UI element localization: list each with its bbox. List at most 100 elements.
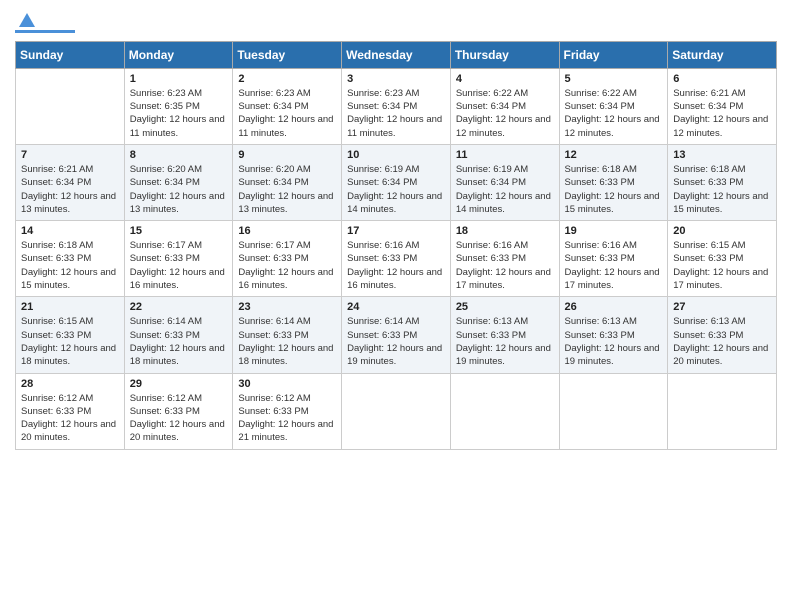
day-number: 23 bbox=[238, 301, 336, 313]
day-info: Sunrise: 6:12 AMSunset: 6:33 PMDaylight:… bbox=[238, 392, 336, 445]
header bbox=[15, 10, 777, 33]
calendar-cell: 22Sunrise: 6:14 AMSunset: 6:33 PMDayligh… bbox=[124, 297, 233, 373]
day-info: Sunrise: 6:18 AMSunset: 6:33 PMDaylight:… bbox=[673, 163, 771, 216]
day-info: Sunrise: 6:13 AMSunset: 6:33 PMDaylight:… bbox=[673, 315, 771, 368]
calendar-cell: 28 Sunrise: 6:12 AMSunset: 6:33 PMDayligh… bbox=[16, 373, 125, 449]
day-number: 2 bbox=[238, 73, 336, 85]
day-number: 26 bbox=[565, 301, 663, 313]
logo-icon bbox=[17, 13, 35, 27]
day-info: Sunrise: 6:13 AMSunset: 6:33 PMDaylight:… bbox=[565, 315, 663, 368]
calendar-cell: 2 Sunrise: 6:23 AMSunset: 6:34 PMDaylight… bbox=[233, 68, 342, 144]
calendar-week-2: 7Sunrise: 6:21 AMSunset: 6:34 PMDaylight… bbox=[16, 144, 777, 220]
calendar-cell: 25 Sunrise: 6:13 AMSunset: 6:33 PMDayligh… bbox=[450, 297, 559, 373]
day-info: Sunrise: 6:19 AMSunset: 6:34 PMDaylight:… bbox=[347, 163, 445, 216]
day-number: 19 bbox=[565, 225, 663, 237]
day-number: 5 bbox=[565, 73, 663, 85]
calendar-cell: 27 Sunrise: 6:13 AMSunset: 6:33 PMDayligh… bbox=[668, 297, 777, 373]
calendar-cell: 3 Sunrise: 6:23 AMSunset: 6:34 PMDaylight… bbox=[342, 68, 451, 144]
day-info: Sunrise: 6:19 AMSunset: 6:34 PMDaylight:… bbox=[456, 163, 554, 216]
calendar-cell: 8Sunrise: 6:20 AMSunset: 6:34 PMDaylight… bbox=[124, 144, 233, 220]
weekday-header-saturday: Saturday bbox=[668, 41, 777, 68]
day-number: 11 bbox=[456, 149, 554, 161]
day-number: 4 bbox=[456, 73, 554, 85]
day-number: 10 bbox=[347, 149, 445, 161]
day-number: 12 bbox=[565, 149, 663, 161]
calendar-cell: 18 Sunrise: 6:16 AMSunset: 6:33 PMDayligh… bbox=[450, 221, 559, 297]
calendar-cell: 23 Sunrise: 6:14 AMSunset: 6:33 PMDayligh… bbox=[233, 297, 342, 373]
day-number: 24 bbox=[347, 301, 445, 313]
calendar-table: SundayMondayTuesdayWednesdayThursdayFrid… bbox=[15, 41, 777, 450]
day-number: 30 bbox=[238, 378, 336, 390]
page: SundayMondayTuesdayWednesdayThursdayFrid… bbox=[0, 0, 792, 612]
day-info: Sunrise: 6:23 AMSunset: 6:34 PMDaylight:… bbox=[238, 87, 336, 140]
day-info: Sunrise: 6:15 AMSunset: 6:33 PMDaylight:… bbox=[673, 239, 771, 292]
calendar-week-1: 1Sunrise: 6:23 AMSunset: 6:35 PMDaylight… bbox=[16, 68, 777, 144]
calendar-cell: 17 Sunrise: 6:16 AMSunset: 6:33 PMDayligh… bbox=[342, 221, 451, 297]
day-number: 21 bbox=[21, 301, 119, 313]
day-info: Sunrise: 6:20 AMSunset: 6:34 PMDaylight:… bbox=[130, 163, 228, 216]
calendar-cell: 26 Sunrise: 6:13 AMSunset: 6:33 PMDayligh… bbox=[559, 297, 668, 373]
day-info: Sunrise: 6:17 AMSunset: 6:33 PMDaylight:… bbox=[238, 239, 336, 292]
calendar-week-4: 21 Sunrise: 6:15 AMSunset: 6:33 PMDayligh… bbox=[16, 297, 777, 373]
day-number: 3 bbox=[347, 73, 445, 85]
day-info: Sunrise: 6:22 AMSunset: 6:34 PMDaylight:… bbox=[456, 87, 554, 140]
calendar-cell: 16Sunrise: 6:17 AMSunset: 6:33 PMDayligh… bbox=[233, 221, 342, 297]
calendar-cell: 24 Sunrise: 6:14 AMSunset: 6:33 PMDayligh… bbox=[342, 297, 451, 373]
calendar-cell: 10 Sunrise: 6:19 AMSunset: 6:34 PMDayligh… bbox=[342, 144, 451, 220]
day-info: Sunrise: 6:23 AMSunset: 6:34 PMDaylight:… bbox=[347, 87, 445, 140]
calendar-cell: 1Sunrise: 6:23 AMSunset: 6:35 PMDaylight… bbox=[124, 68, 233, 144]
logo bbox=[15, 10, 75, 33]
day-number: 20 bbox=[673, 225, 771, 237]
calendar-cell: 29Sunrise: 6:12 AMSunset: 6:33 PMDayligh… bbox=[124, 373, 233, 449]
day-number: 6 bbox=[673, 73, 771, 85]
calendar-cell bbox=[342, 373, 451, 449]
weekday-header-sunday: Sunday bbox=[16, 41, 125, 68]
calendar-cell: 30 Sunrise: 6:12 AMSunset: 6:33 PMDayligh… bbox=[233, 373, 342, 449]
day-number: 18 bbox=[456, 225, 554, 237]
day-info: Sunrise: 6:14 AMSunset: 6:33 PMDaylight:… bbox=[238, 315, 336, 368]
calendar-cell bbox=[450, 373, 559, 449]
day-info: Sunrise: 6:21 AMSunset: 6:34 PMDaylight:… bbox=[673, 87, 771, 140]
calendar-cell bbox=[559, 373, 668, 449]
calendar-week-5: 28 Sunrise: 6:12 AMSunset: 6:33 PMDayligh… bbox=[16, 373, 777, 449]
day-info: Sunrise: 6:20 AMSunset: 6:34 PMDaylight:… bbox=[238, 163, 336, 216]
calendar-cell: 15 Sunrise: 6:17 AMSunset: 6:33 PMDayligh… bbox=[124, 221, 233, 297]
day-info: Sunrise: 6:14 AMSunset: 6:33 PMDaylight:… bbox=[347, 315, 445, 368]
day-info: Sunrise: 6:16 AMSunset: 6:33 PMDaylight:… bbox=[565, 239, 663, 292]
calendar-week-3: 14Sunrise: 6:18 AMSunset: 6:33 PMDayligh… bbox=[16, 221, 777, 297]
calendar-cell: 19 Sunrise: 6:16 AMSunset: 6:33 PMDayligh… bbox=[559, 221, 668, 297]
day-number: 17 bbox=[347, 225, 445, 237]
calendar-cell: 21 Sunrise: 6:15 AMSunset: 6:33 PMDayligh… bbox=[16, 297, 125, 373]
day-info: Sunrise: 6:23 AMSunset: 6:35 PMDaylight:… bbox=[130, 87, 228, 140]
day-number: 25 bbox=[456, 301, 554, 313]
calendar-cell: 12 Sunrise: 6:18 AMSunset: 6:33 PMDayligh… bbox=[559, 144, 668, 220]
weekday-header-monday: Monday bbox=[124, 41, 233, 68]
calendar-cell: 4 Sunrise: 6:22 AMSunset: 6:34 PMDaylight… bbox=[450, 68, 559, 144]
day-info: Sunrise: 6:21 AMSunset: 6:34 PMDaylight:… bbox=[21, 163, 119, 216]
calendar-header-row: SundayMondayTuesdayWednesdayThursdayFrid… bbox=[16, 41, 777, 68]
logo-underline bbox=[15, 30, 75, 33]
calendar-cell: 11 Sunrise: 6:19 AMSunset: 6:34 PMDayligh… bbox=[450, 144, 559, 220]
day-info: Sunrise: 6:12 AMSunset: 6:33 PMDaylight:… bbox=[21, 392, 119, 445]
weekday-header-tuesday: Tuesday bbox=[233, 41, 342, 68]
calendar-cell: 7Sunrise: 6:21 AMSunset: 6:34 PMDaylight… bbox=[16, 144, 125, 220]
day-info: Sunrise: 6:18 AMSunset: 6:33 PMDaylight:… bbox=[565, 163, 663, 216]
day-number: 28 bbox=[21, 378, 119, 390]
calendar-cell: 14Sunrise: 6:18 AMSunset: 6:33 PMDayligh… bbox=[16, 221, 125, 297]
day-number: 15 bbox=[130, 225, 228, 237]
day-info: Sunrise: 6:18 AMSunset: 6:33 PMDaylight:… bbox=[21, 239, 119, 292]
day-info: Sunrise: 6:22 AMSunset: 6:34 PMDaylight:… bbox=[565, 87, 663, 140]
day-number: 9 bbox=[238, 149, 336, 161]
day-info: Sunrise: 6:17 AMSunset: 6:33 PMDaylight:… bbox=[130, 239, 228, 292]
calendar-cell: 5 Sunrise: 6:22 AMSunset: 6:34 PMDaylight… bbox=[559, 68, 668, 144]
weekday-header-wednesday: Wednesday bbox=[342, 41, 451, 68]
day-info: Sunrise: 6:15 AMSunset: 6:33 PMDaylight:… bbox=[21, 315, 119, 368]
calendar-cell: 13Sunrise: 6:18 AMSunset: 6:33 PMDayligh… bbox=[668, 144, 777, 220]
day-info: Sunrise: 6:13 AMSunset: 6:33 PMDaylight:… bbox=[456, 315, 554, 368]
calendar-cell: 20 Sunrise: 6:15 AMSunset: 6:33 PMDayligh… bbox=[668, 221, 777, 297]
day-info: Sunrise: 6:16 AMSunset: 6:33 PMDaylight:… bbox=[456, 239, 554, 292]
day-number: 27 bbox=[673, 301, 771, 313]
calendar-cell: 6 Sunrise: 6:21 AMSunset: 6:34 PMDaylight… bbox=[668, 68, 777, 144]
day-number: 22 bbox=[130, 301, 228, 313]
day-info: Sunrise: 6:16 AMSunset: 6:33 PMDaylight:… bbox=[347, 239, 445, 292]
